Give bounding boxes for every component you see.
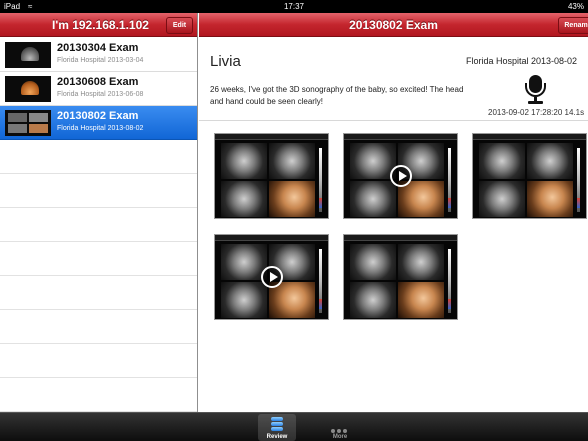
empty-row	[0, 242, 197, 276]
clock: 17:37	[283, 2, 305, 11]
empty-row	[0, 276, 197, 310]
media-thumbnail[interactable]	[214, 133, 329, 219]
exam-row-20130608[interactable]: 20130608 Exam Florida Hospital 2013-06-0…	[0, 72, 197, 106]
empty-row	[0, 310, 197, 344]
server-title: I'm 192.168.1.102	[52, 18, 149, 32]
app-window: iPad ≈ 17:37 43% I'm 192.168.1.102 Edit …	[0, 0, 588, 441]
empty-row	[0, 208, 197, 242]
exam-subtitle: Florida Hospital 2013-03-04	[57, 57, 144, 64]
exam-thumbnail	[5, 110, 51, 136]
tab-label: More	[332, 434, 348, 440]
patient-name: Livia	[210, 53, 241, 70]
media-thumbnail[interactable]	[343, 133, 458, 219]
empty-row	[0, 344, 197, 378]
tab-more[interactable]: More	[321, 414, 359, 441]
exam-list-pane: I'm 192.168.1.102 Edit 20130304 Exam Flo…	[0, 13, 198, 412]
microphone-icon[interactable]	[523, 75, 549, 105]
media-thumbnail[interactable]	[472, 133, 587, 219]
empty-row	[0, 378, 197, 412]
hospital-date: Florida Hospital 2013-08-02	[466, 56, 578, 66]
exam-title: 20130802 Exam	[349, 18, 438, 32]
exam-row-20130802[interactable]: 20130802 Exam Florida Hospital 2013-08-0…	[0, 106, 197, 140]
exam-note: 26 weeks, I've got the 3D sonography of …	[210, 85, 464, 106]
exam-subtitle: Florida Hospital 2013-06-08	[57, 91, 144, 98]
battery-indicator: 43%	[567, 2, 584, 11]
empty-row	[0, 140, 197, 174]
exam-row-20130304[interactable]: 20130304 Exam Florida Hospital 2013-03-0…	[0, 38, 197, 72]
status-bar: iPad ≈ 17:37 43%	[0, 0, 588, 13]
exam-thumbnail	[5, 42, 51, 68]
edit-button[interactable]: Edit	[166, 17, 193, 34]
tab-bar: Review More	[0, 412, 588, 441]
divider	[199, 120, 588, 121]
exam-list: 20130304 Exam Florida Hospital 2013-03-0…	[0, 38, 197, 412]
play-icon[interactable]	[261, 266, 283, 288]
database-icon	[271, 417, 283, 431]
exam-list-navbar: I'm 192.168.1.102 Edit	[0, 13, 197, 37]
media-thumbnail[interactable]	[214, 234, 329, 320]
exam-detail-navbar: 20130802 Exam Rename	[199, 13, 588, 37]
tab-review[interactable]: Review	[258, 414, 296, 441]
exam-detail-pane: 20130802 Exam Rename Livia Florida Hospi…	[199, 13, 588, 412]
exam-subtitle: Florida Hospital 2013-08-02	[57, 125, 144, 132]
tab-label: Review	[266, 434, 288, 440]
play-icon[interactable]	[390, 165, 412, 187]
media-thumbnail[interactable]	[343, 234, 458, 320]
exam-thumbnail	[5, 76, 51, 102]
exam-name: 20130304 Exam	[57, 42, 139, 54]
exam-name: 20130608 Exam	[57, 76, 139, 88]
empty-row	[0, 174, 197, 208]
exam-name: 20130802 Exam	[57, 110, 139, 122]
recording-timestamp: 2013-09-02 17:28:20 14.1s	[488, 108, 585, 117]
more-dots-icon	[331, 420, 349, 433]
rename-button[interactable]: Rename	[558, 17, 588, 34]
